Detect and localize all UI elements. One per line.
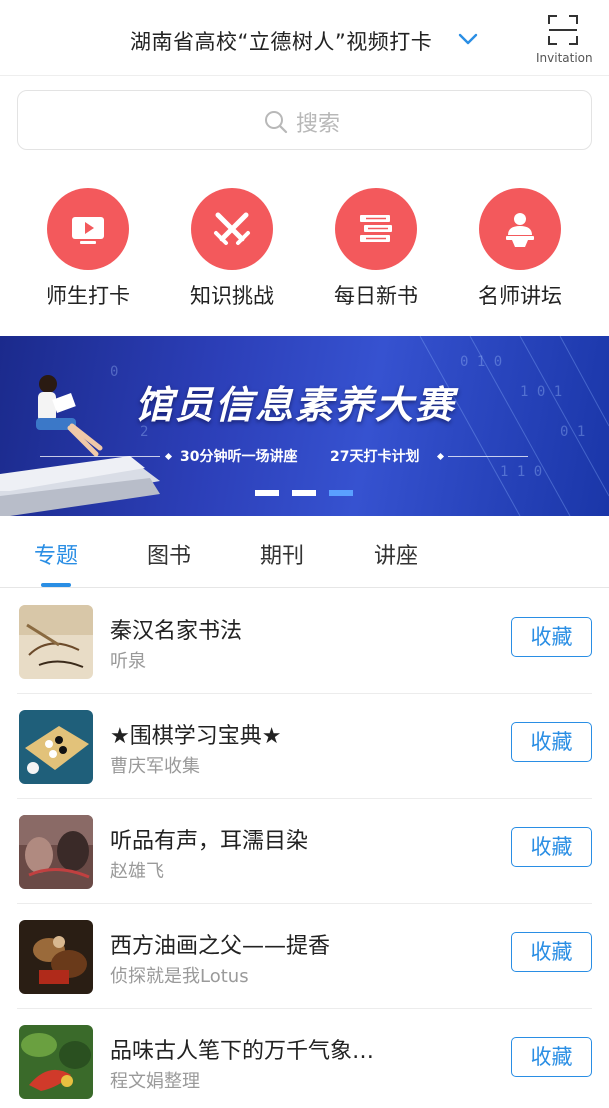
favorite-button[interactable]: 收藏 (511, 827, 592, 867)
video-play-icon (72, 217, 104, 244)
search-bar[interactable]: 搜索 (17, 90, 592, 150)
quick-nav-label: 每日新书 (334, 284, 418, 308)
quick-nav-checkin[interactable]: 师生打卡 (27, 188, 147, 308)
item-title: 听品有声，耳濡目染 (110, 829, 309, 854)
item-author: 侦探就是我Lotus (110, 966, 249, 987)
list-item[interactable]: 听品有声，耳濡目染 赵雄飞 收藏 (0, 799, 609, 904)
banner-subtitle-right: 27天打卡计划 (330, 449, 420, 465)
scan-invitation-button[interactable]: Invitation (536, 12, 593, 68)
top-header: 湖南省高校“立德树人”视频打卡 Invitation (0, 0, 609, 76)
list-item[interactable]: 品味古人笔下的万千气象… 程文娟整理 收藏 (0, 1009, 609, 1108)
banner-divider (448, 456, 528, 457)
item-author: 曹庆军收集 (110, 756, 200, 777)
carousel-dot[interactable] (292, 490, 316, 496)
scan-label: Invitation (536, 51, 593, 65)
item-author: 程文娟整理 (110, 1071, 200, 1092)
calligraphy-thumbnail (19, 605, 93, 679)
banner-subtitle-left: 30分钟听一场讲座 (180, 449, 298, 465)
carousel-dot-active[interactable] (329, 490, 353, 496)
page-title[interactable]: 湖南省高校“立德树人”视频打卡 (130, 26, 432, 56)
go-board-thumbnail (19, 710, 93, 784)
tab-journals[interactable]: 期刊 (260, 538, 304, 570)
search-placeholder: 搜索 (296, 112, 341, 137)
quick-nav-label: 知识挑战 (190, 284, 274, 308)
tab-topics[interactable]: 专题 (34, 538, 78, 570)
search-icon (265, 111, 288, 134)
quick-nav-label: 师生打卡 (46, 284, 130, 308)
banner-divider (40, 456, 160, 457)
quick-nav-newbooks[interactable]: 每日新书 (315, 188, 435, 308)
quick-nav-label: 名师讲坛 (478, 284, 562, 308)
list-item[interactable]: 西方油画之父——提香 侦探就是我Lotus 收藏 (0, 904, 609, 1009)
item-title: 秦汉名家书法 (110, 619, 243, 644)
svg-text:1 0 1: 1 0 1 (520, 384, 562, 400)
lecturer-podium-icon (506, 213, 534, 247)
crossed-swords-icon (214, 212, 250, 245)
item-title: 西方油画之父——提香 (110, 934, 331, 959)
item-title: 品味古人笔下的万千气象… (110, 1039, 375, 1064)
audio-thumbnail (19, 815, 93, 889)
svg-text:0 1 0: 0 1 0 (460, 354, 502, 370)
promo-banner[interactable]: 0 1 0 1 0 1 0 1 1 1 0 2 0 馆员信息素养大赛 30分钟听… (0, 336, 609, 516)
favorite-button[interactable]: 收藏 (511, 722, 592, 762)
oil-painting-thumbnail (19, 920, 93, 994)
tab-lectures[interactable]: 讲座 (374, 538, 418, 570)
books-stack-icon (360, 215, 392, 242)
quick-nav-lecture[interactable]: 名师讲坛 (459, 188, 579, 308)
favorite-button[interactable]: 收藏 (511, 617, 592, 657)
category-tabs: 专题 图书 期刊 讲座 (0, 516, 609, 588)
list-item[interactable]: ★围棋学习宝典★ 曹庆军收集 收藏 (0, 694, 609, 799)
chevron-down-icon[interactable] (458, 32, 478, 46)
active-tab-indicator (41, 583, 71, 587)
item-title: ★围棋学习宝典★ (110, 724, 282, 749)
list-item[interactable]: 秦汉名家书法 听泉 收藏 (0, 589, 609, 694)
banner-title: 馆员信息素养大赛 (135, 383, 456, 427)
favorite-button[interactable]: 收藏 (511, 932, 592, 972)
quick-nav-challenge[interactable]: 知识挑战 (171, 188, 291, 308)
scan-icon (548, 15, 578, 45)
tab-books[interactable]: 图书 (147, 538, 191, 570)
svg-text:1 1 0: 1 1 0 (500, 464, 542, 480)
item-author: 赵雄飞 (110, 861, 164, 882)
item-author: 听泉 (110, 651, 146, 672)
carousel-dot[interactable] (255, 490, 279, 496)
favorite-button[interactable]: 收藏 (511, 1037, 592, 1077)
nature-thumbnail (19, 1025, 93, 1099)
svg-text:0 1: 0 1 (560, 424, 585, 440)
